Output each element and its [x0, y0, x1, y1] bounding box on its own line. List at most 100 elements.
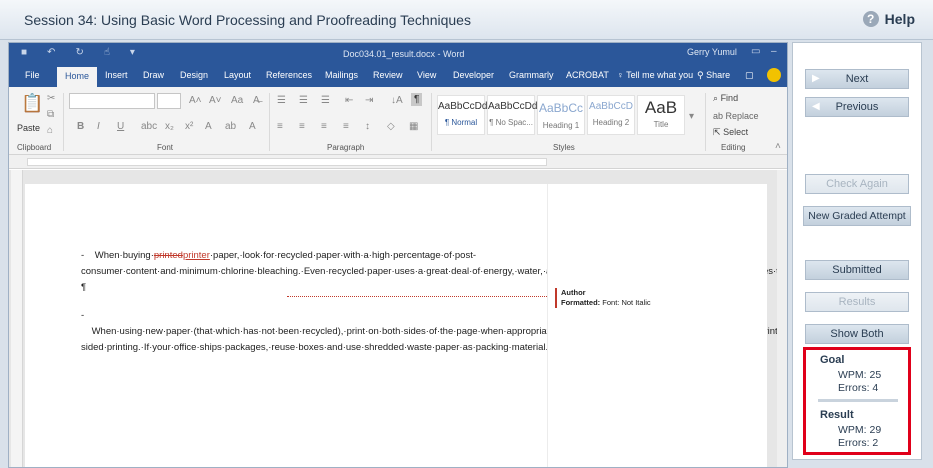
find-label: Find	[720, 93, 739, 103]
style-normal[interactable]: AaBbCcDd ¶ Normal	[437, 95, 487, 135]
goal-wpm: WPM: 25	[838, 369, 882, 381]
line-spacing-icon[interactable]: ↕	[365, 121, 370, 132]
minimize-icon[interactable]: –	[771, 46, 777, 57]
strikethrough-icon[interactable]: abc	[141, 121, 157, 132]
cut-icon[interactable]: ✂	[47, 93, 55, 104]
smiley-feedback-icon[interactable]	[767, 68, 781, 82]
font-group-label: Font	[157, 143, 174, 152]
style-heading-1[interactable]: AaBbCc Heading 1	[537, 95, 585, 135]
font-color-icon[interactable]: A	[249, 121, 256, 132]
bullet: -	[81, 310, 85, 321]
bullets-icon[interactable]: ☰	[277, 95, 286, 106]
tab-review[interactable]: Review	[373, 70, 403, 80]
ribbon-display-icon[interactable]: ▭	[751, 46, 760, 57]
decrease-indent-icon[interactable]: ⇤	[345, 95, 353, 106]
borders-icon[interactable]: ▦	[409, 121, 418, 132]
comments-icon[interactable]: ▢	[745, 70, 754, 81]
show-both-button[interactable]: Show Both	[805, 324, 909, 344]
tab-design[interactable]: Design	[180, 70, 208, 80]
document-page[interactable]: - When·buying·printedprinter·paper,·look…	[25, 184, 787, 467]
document-area: - When·buying·printedprinter·paper,·look…	[9, 170, 787, 467]
highlight-icon[interactable]: ab	[225, 121, 236, 132]
next-button[interactable]: ▶ Next	[805, 69, 909, 89]
shrink-font-icon[interactable]: A˅	[209, 95, 222, 106]
result-title: Result	[820, 409, 854, 421]
text-effects-icon[interactable]: A	[205, 121, 212, 132]
tab-file[interactable]: File	[25, 70, 40, 80]
new-graded-attempt-button[interactable]: New Graded Attempt	[803, 206, 911, 226]
comment-author: Author	[561, 288, 586, 297]
tab-acrobat[interactable]: ACROBAT	[566, 70, 609, 80]
previous-button[interactable]: ◀ Previous	[805, 97, 909, 117]
quick-access-toolbar: ■ ↶ ↻ ☝ ▾	[21, 47, 135, 58]
show-marks-icon[interactable]: ¶	[411, 93, 423, 106]
check-again-button[interactable]: Check Again	[805, 174, 909, 194]
numbering-icon[interactable]: ☰	[299, 95, 308, 106]
submitted-button[interactable]: Submitted	[805, 260, 909, 280]
replace-button[interactable]: ab Replace	[713, 111, 759, 121]
tab-view[interactable]: View	[417, 70, 436, 80]
formatting-comment[interactable]: Author Formatted: Font: Not Italic	[555, 288, 651, 308]
format-painter-icon[interactable]: ⌂	[47, 125, 53, 136]
copy-icon[interactable]: ⧉	[47, 109, 54, 120]
back-icon: ◀	[812, 101, 820, 112]
word-window: ■ ↶ ↻ ☝ ▾ Doc034.01_result.docx - Word G…	[8, 42, 788, 468]
style-title[interactable]: AaB Title	[637, 95, 685, 135]
find-button[interactable]: ⌕ Find	[713, 93, 738, 104]
tab-home[interactable]: Home	[57, 67, 98, 87]
clipboard-group-label: Clipboard	[17, 143, 52, 152]
results-button[interactable]: Results	[805, 292, 909, 312]
play-icon: ▶	[812, 73, 820, 84]
navigation-panel: ▶ Next ◀ Previous Check Again New Graded…	[792, 42, 922, 460]
share-button[interactable]: ⚲ Share	[697, 70, 730, 81]
increase-indent-icon[interactable]: ⇥	[365, 95, 373, 106]
vertical-ruler	[11, 170, 23, 467]
help-button[interactable]: ? Help	[862, 11, 915, 27]
change-case-icon[interactable]: Aa	[231, 95, 243, 106]
tab-mailings[interactable]: Mailings	[325, 70, 358, 80]
tab-draw[interactable]: Draw	[143, 70, 164, 80]
goal-errors: Errors: 4	[838, 382, 879, 394]
find-icon: ⌕	[713, 93, 719, 103]
underline-icon[interactable]: U	[117, 121, 124, 132]
align-right-icon[interactable]: ≡	[321, 121, 327, 132]
justify-icon[interactable]: ≡	[343, 121, 349, 132]
customize-icon[interactable]: ▾	[130, 47, 135, 58]
tab-insert[interactable]: Insert	[105, 70, 128, 80]
subscript-icon[interactable]: x₂	[165, 121, 174, 132]
italic-icon[interactable]: I	[97, 121, 100, 132]
paste-icon[interactable]: 📋	[21, 93, 43, 114]
save-icon[interactable]: ■	[21, 47, 27, 58]
styles-more-icon[interactable]: ▾	[689, 111, 694, 122]
style-heading-2[interactable]: AaBbCcD Heading 2	[587, 95, 635, 135]
user-name[interactable]: Gerry Yumul	[687, 47, 737, 57]
sort-icon[interactable]: ↓A	[391, 95, 403, 106]
superscript-icon[interactable]: x²	[185, 121, 193, 132]
font-name-box[interactable]	[69, 93, 155, 109]
select-button[interactable]: ⇱ Select	[713, 127, 748, 138]
grow-font-icon[interactable]: A˄	[189, 95, 202, 106]
tab-references[interactable]: References	[266, 70, 312, 80]
style-no-spacing[interactable]: AaBbCcDd ¶ No Spac...	[487, 95, 537, 135]
font-size-box[interactable]	[157, 93, 181, 109]
collapse-ribbon-icon[interactable]: ˄	[775, 141, 781, 152]
tracked-insertion: printer	[182, 250, 210, 261]
tab-developer[interactable]: Developer	[453, 70, 494, 80]
vertical-scrollbar[interactable]	[777, 170, 787, 467]
paragraph-1[interactable]: - When·buying·printedprinter·paper,·look…	[47, 248, 787, 296]
clear-formatting-icon[interactable]: A̶	[253, 95, 260, 106]
paste-label[interactable]: Paste	[17, 123, 40, 133]
redo-icon[interactable]: ↻	[75, 47, 83, 58]
tab-layout[interactable]: Layout	[224, 70, 251, 80]
paragraph-2[interactable]: - When·using·new·paper·(that·which·has·n…	[47, 308, 787, 356]
undo-icon[interactable]: ↶	[47, 47, 55, 58]
align-left-icon[interactable]: ≡	[277, 121, 283, 132]
tell-me-search[interactable]: ♀ Tell me what you	[617, 70, 693, 80]
ribbon-tabs: File Home Insert Draw Design Layout Refe…	[9, 65, 787, 87]
shading-icon[interactable]: ◇	[387, 121, 395, 132]
touch-icon[interactable]: ☝	[104, 47, 110, 58]
multilevel-list-icon[interactable]: ☰	[321, 95, 330, 106]
tab-grammarly[interactable]: Grammarly	[509, 70, 554, 80]
bold-icon[interactable]: B	[77, 121, 84, 132]
align-center-icon[interactable]: ≡	[299, 121, 305, 132]
